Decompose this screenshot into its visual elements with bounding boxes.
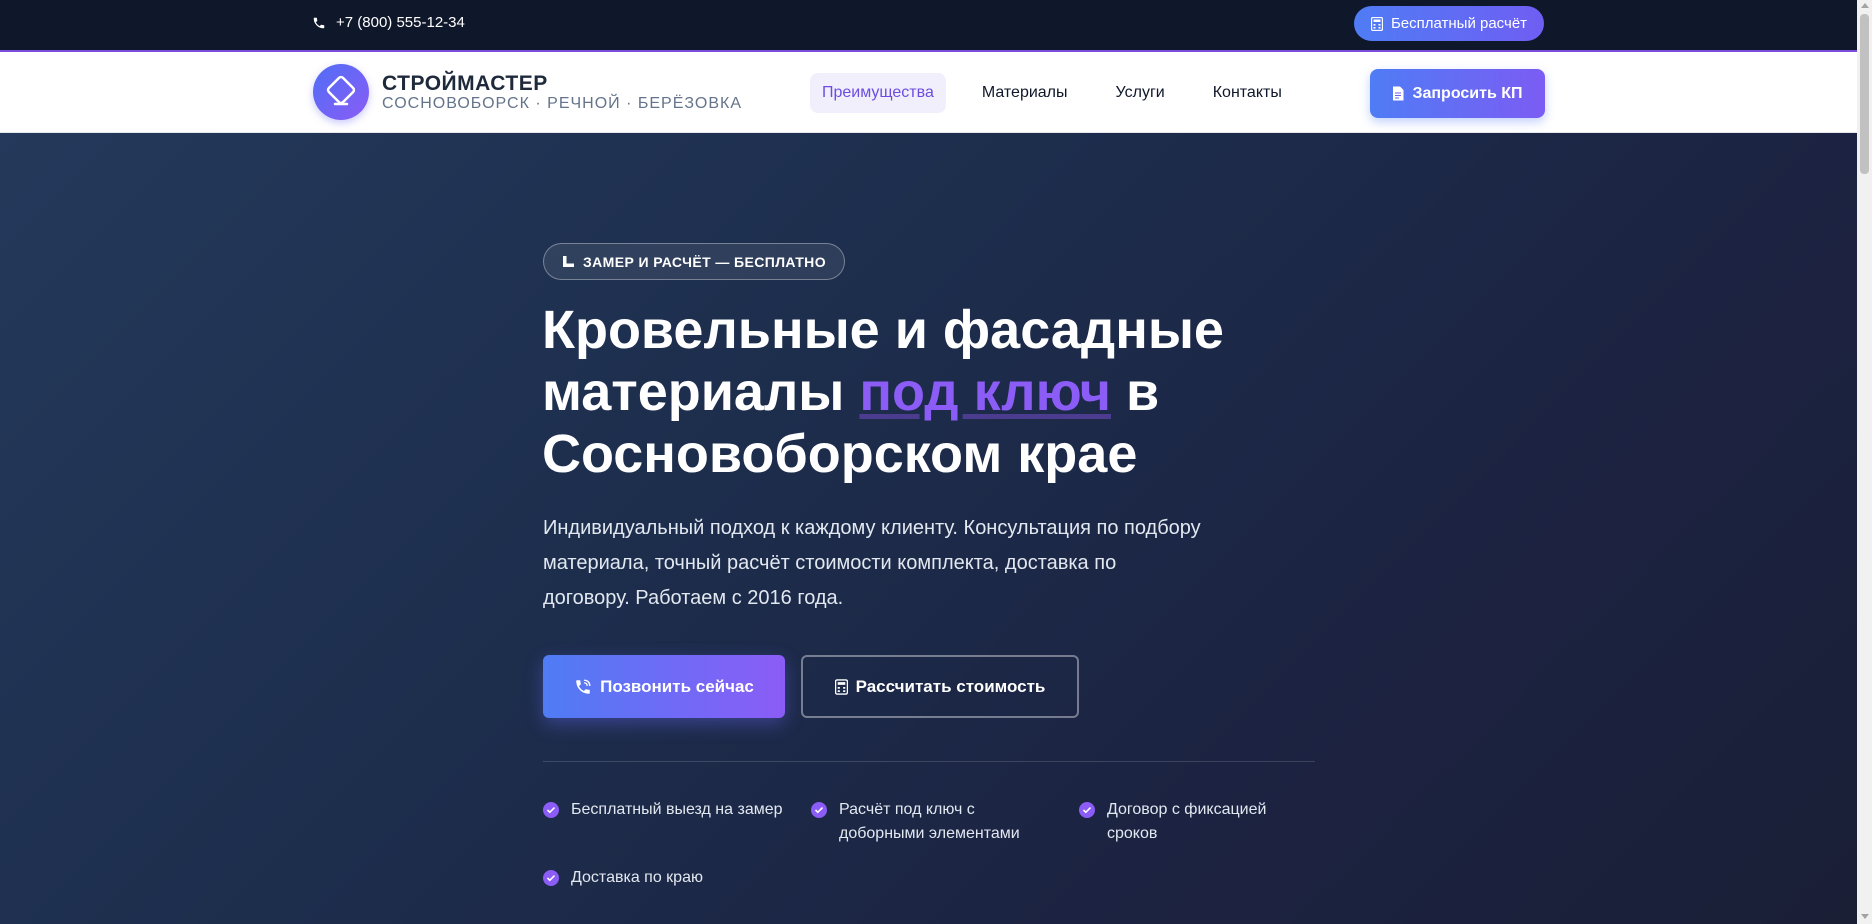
document-icon: [1393, 86, 1404, 101]
feature-item: Бесплатный выезд на замер: [543, 798, 783, 822]
hero-badge: ЗАМЕР И РАСЧЁТ — БЕСПЛАТНО: [543, 243, 845, 280]
feature-text: Договор с фиксацией сроков: [1107, 801, 1267, 842]
calculate-cost-button[interactable]: Рассчитать стоимость: [801, 655, 1079, 718]
call-now-button[interactable]: Позвонить сейчас: [543, 655, 785, 718]
nav-links: Преимущества Материалы Услуги Контакты: [810, 73, 1318, 113]
hero-divider: [543, 761, 1315, 762]
nav-link-services[interactable]: Услуги: [1104, 73, 1177, 113]
main-navbar: СТРОЙМАСТЕР СОСНОВОБОРСК · РЕЧНОЙ · БЕРЁ…: [0, 52, 1857, 133]
brand-subtitle: СОСНОВОБОРСК · РЕЧНОЙ · БЕРЁЗОВКА: [382, 95, 742, 112]
feature-item: Договор с фиксацией сроков: [1079, 798, 1309, 846]
hero-badge-text: ЗАМЕР И РАСЧЁТ — БЕСПЛАТНО: [583, 253, 826, 270]
ruler-icon: [563, 256, 574, 267]
hero-section: ЗАМЕР И РАСЧЁТ — БЕСПЛАТНО Кровельные и …: [0, 133, 1857, 924]
request-kp-label: Запросить КП: [1412, 84, 1523, 102]
free-calc-label: Бесплатный расчёт: [1390, 15, 1528, 32]
nav-link-advantages[interactable]: Преимущества: [810, 73, 946, 113]
brand-name[interactable]: СТРОЙМАСТЕР: [382, 72, 548, 96]
feature-item: Расчёт под ключ с доборными элементами: [811, 798, 1041, 846]
calculate-cost-label: Рассчитать стоимость: [855, 676, 1046, 696]
top-bar: +7 (800) 555-12-34 Бесплатный расчёт: [0, 0, 1857, 52]
call-now-label: Позвонить сейчас: [600, 676, 754, 696]
feature-text: Расчёт под ключ с доборными элементами: [839, 801, 1020, 842]
check-circle-icon: [811, 802, 827, 818]
phone-icon: [313, 17, 325, 28]
nav-link-materials[interactable]: Материалы: [970, 73, 1080, 113]
check-circle-icon: [1079, 802, 1095, 818]
feature-text: Бесплатный выезд на замер: [571, 801, 783, 818]
hero-title: Кровельные и фасадные материалы под ключ…: [542, 299, 1342, 485]
hero-title-accent: под ключ: [859, 362, 1111, 422]
diamond-logo-icon: [326, 75, 356, 106]
scroll-up-arrow-icon[interactable]: [1861, 3, 1869, 8]
top-phone-number: +7 (800) 555-12-34: [336, 14, 465, 31]
feature-text: Доставка по краю: [571, 869, 703, 886]
calculator-icon: [1370, 16, 1383, 31]
scrollbar-thumb[interactable]: [1860, 14, 1869, 174]
hero-lead: Индивидуальный подход к каждому клиенту.…: [543, 517, 1201, 609]
top-phone-link[interactable]: +7 (800) 555-12-34: [312, 14, 465, 31]
nav-link-contacts[interactable]: Контакты: [1201, 73, 1294, 113]
check-circle-icon: [543, 802, 559, 818]
feature-item: Доставка по краю: [543, 866, 783, 890]
request-kp-button[interactable]: Запросить КП: [1370, 69, 1545, 118]
check-circle-icon: [543, 870, 559, 886]
scroll-down-arrow-icon[interactable]: [1861, 914, 1869, 919]
phone-volume-icon: [576, 679, 591, 694]
logo[interactable]: [313, 64, 369, 120]
free-calc-button[interactable]: Бесплатный расчёт: [1354, 6, 1544, 41]
calculator-icon: [834, 678, 848, 695]
